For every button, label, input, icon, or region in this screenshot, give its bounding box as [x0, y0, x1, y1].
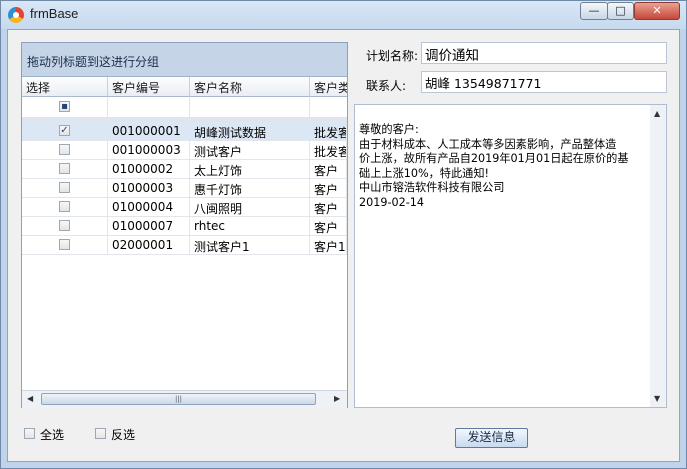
message-body: 尊敬的客户: 由于材料成本、人工成本等多因素影响，产品整体造 价上涨，故所有产品… — [359, 123, 651, 210]
column-header-select[interactable]: 选择 — [22, 77, 108, 97]
customer-grid: 拖动列标题到这进行分组 选择 客户编号 客户名称 客户类 ▪ ✓ 0010000… — [21, 42, 348, 408]
table-row[interactable]: 01000002 太上灯饰 客户 — [22, 160, 347, 179]
window-title: frmBase — [30, 6, 79, 21]
group-by-panel[interactable]: 拖动列标题到这进行分组 — [22, 43, 347, 77]
cell-name: rhtec — [190, 217, 310, 236]
cell-type: 客户1 — [310, 236, 347, 255]
cell-name: 胡峰测试数据 — [190, 122, 310, 141]
cell-name: 八闽照明 — [190, 198, 310, 217]
message-line: 由于材料成本、人工成本等多因素影响，产品整体造 — [359, 137, 617, 151]
scroll-left-icon[interactable]: ◀ — [27, 394, 33, 403]
message-line: 价上涨，故所有产品自2019年01月01日起在原价的基 — [359, 152, 629, 165]
cell-type: 客户 — [310, 160, 347, 179]
column-header-code[interactable]: 客户编号 — [108, 77, 190, 97]
table-row[interactable]: 01000004 八闽照明 客户 — [22, 198, 347, 217]
table-row[interactable]: 01000003 惠千灯饰 客户 — [22, 179, 347, 198]
cell-code: 01000003 — [108, 179, 190, 198]
scroll-up-icon[interactable]: ▲ — [654, 109, 660, 118]
plan-name-label: 计划名称: — [366, 49, 419, 63]
table-row[interactable]: ✓ 001000001 胡峰测试数据 批发客 — [22, 122, 347, 141]
filter-cell-type[interactable] — [310, 97, 347, 117]
scroll-right-icon[interactable]: ▶ — [334, 394, 340, 403]
message-line: 尊敬的客户: — [359, 123, 419, 136]
app-icon — [8, 7, 24, 23]
cell-type: 客户 — [310, 179, 347, 198]
cell-type: 客户 — [310, 217, 347, 236]
contact-label: 联系人: — [366, 79, 407, 93]
column-header-type[interactable]: 客户类 — [310, 77, 347, 97]
table-row[interactable]: 001000003 测试客户 批发客 — [22, 141, 347, 160]
invert-box[interactable] — [95, 428, 106, 439]
row-checkbox[interactable] — [59, 163, 70, 174]
cell-code: 01000002 — [108, 160, 190, 179]
invert-label: 反选 — [111, 428, 136, 442]
cell-code: 01000007 — [108, 217, 190, 236]
minimize-button[interactable]: — — [580, 2, 608, 20]
table-row[interactable]: 02000001 测试客户1 客户1 — [22, 236, 347, 255]
filter-row: ▪ — [22, 97, 347, 118]
contact-field[interactable]: 胡峰 13549871771 — [421, 71, 667, 93]
message-line: 2019-02-14 — [359, 195, 425, 209]
filter-checkbox[interactable]: ▪ — [59, 101, 70, 112]
cell-code: 01000004 — [108, 198, 190, 217]
row-checkbox[interactable] — [59, 220, 70, 231]
row-checkbox[interactable] — [59, 182, 70, 193]
cell-code: 001000001 — [108, 122, 190, 141]
cell-type: 客户 — [310, 198, 347, 217]
cell-code: 02000001 — [108, 236, 190, 255]
row-checkbox[interactable] — [59, 201, 70, 212]
cell-type: 批发客 — [310, 141, 347, 160]
column-header-name[interactable]: 客户名称 — [190, 77, 310, 97]
row-checkbox[interactable]: ✓ — [59, 125, 70, 136]
filter-cell-name[interactable] — [190, 97, 310, 117]
cell-type: 批发客 — [310, 122, 347, 141]
cell-name: 测试客户1 — [190, 236, 310, 255]
scroll-down-icon[interactable]: ▼ — [654, 394, 660, 403]
message-textarea[interactable]: 尊敬的客户: 由于材料成本、人工成本等多因素影响，产品整体造 价上涨，故所有产品… — [354, 104, 667, 408]
select-all-label: 全选 — [40, 428, 65, 442]
select-all-box[interactable] — [24, 428, 35, 439]
filter-cell-code[interactable] — [108, 97, 190, 117]
table-row[interactable]: 01000007 rhtec 客户 — [22, 217, 347, 236]
plan-name-field[interactable]: 调价通知 — [421, 42, 667, 64]
cell-name: 太上灯饰 — [190, 160, 310, 179]
maximize-button[interactable]: □ — [607, 2, 634, 20]
close-button[interactable]: ✕ — [634, 2, 680, 20]
scroll-thumb[interactable]: ||| — [41, 393, 316, 405]
cell-name: 惠千灯饰 — [190, 179, 310, 198]
row-checkbox[interactable] — [59, 239, 70, 250]
cell-name: 测试客户 — [190, 141, 310, 160]
send-message-button[interactable]: 发送信息 — [455, 428, 528, 448]
vertical-scrollbar[interactable]: ▲ ▼ — [650, 105, 666, 407]
row-checkbox[interactable] — [59, 144, 70, 155]
title-bar[interactable]: frmBase — □ ✕ — [1, 1, 686, 29]
cell-code: 001000003 — [108, 141, 190, 160]
horizontal-scrollbar[interactable]: ◀ ||| ▶ — [22, 390, 347, 408]
group-by-hint: 拖动列标题到这进行分组 — [27, 55, 160, 69]
message-line: 中山市镕浩软件科技有限公司 — [359, 181, 505, 194]
message-line: 础上上涨10%，特此通知! — [359, 166, 490, 180]
